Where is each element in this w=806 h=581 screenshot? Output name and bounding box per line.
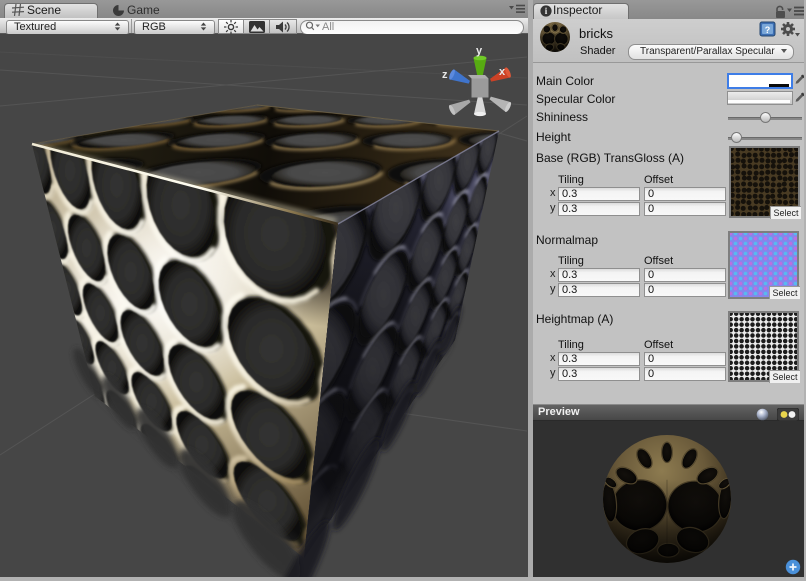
svg-text:x: x bbox=[499, 66, 506, 78]
svg-text:y: y bbox=[476, 45, 483, 57]
svg-text:?: ? bbox=[765, 25, 771, 35]
svg-text:z: z bbox=[442, 69, 448, 81]
